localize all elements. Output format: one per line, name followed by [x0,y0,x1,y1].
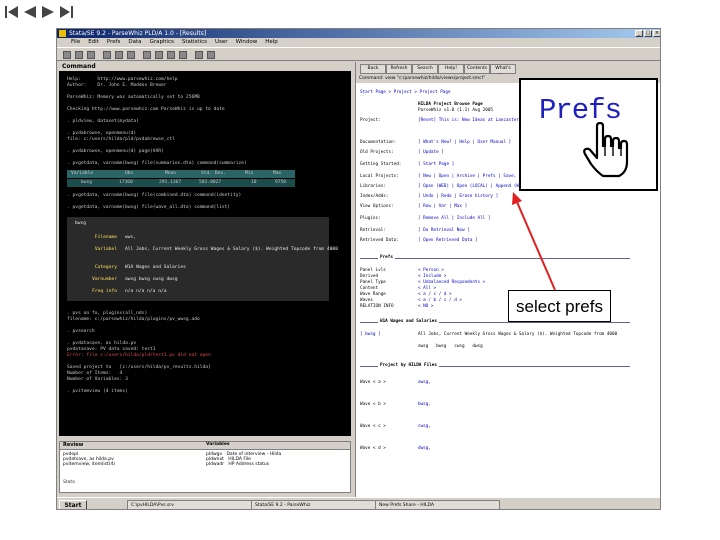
arrow-line [516,201,556,291]
zoom-callout: Prefs [519,78,658,191]
hand-cursor-icon [583,122,629,178]
select-prefs-caption: select prefs [508,290,611,322]
